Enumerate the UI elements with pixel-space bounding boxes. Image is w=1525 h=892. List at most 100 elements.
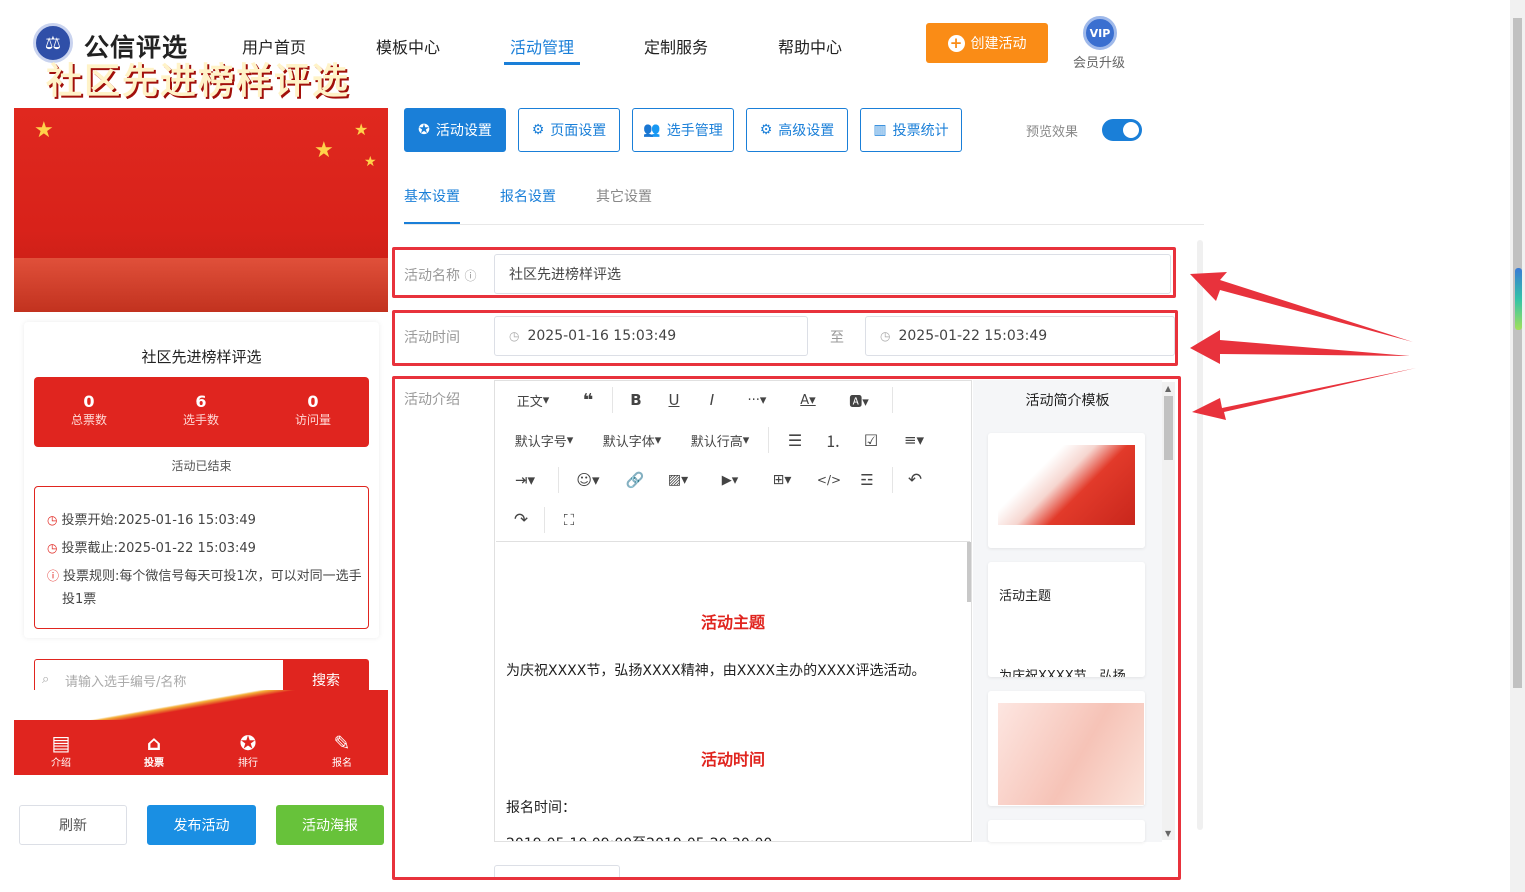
subtab-basic[interactable]: 基本设置 bbox=[404, 186, 460, 206]
quote-icon[interactable]: ❝ bbox=[574, 386, 602, 414]
numbered-list-icon[interactable]: ⒈ bbox=[820, 426, 846, 454]
home-icon: ⌂ bbox=[146, 731, 162, 755]
activity-time-label: 活动时间 bbox=[404, 330, 460, 346]
arrow-to-intro bbox=[1192, 368, 1416, 420]
more-format-icon[interactable]: ···▾ bbox=[740, 386, 774, 414]
background-color-icon[interactable]: 🅰▾ bbox=[842, 386, 876, 414]
editor-content[interactable]: 活动主题 为庆祝XXXX节，弘扬XXXX精神，由XXXX主办的XXXX评选活动。… bbox=[496, 541, 970, 841]
template-card-3[interactable] bbox=[988, 691, 1145, 806]
scroll-down-icon[interactable]: ▼ bbox=[1165, 829, 1171, 838]
preview-toggle-label: 预览效果 bbox=[1026, 125, 1079, 140]
subtab-registration[interactable]: 报名设置 bbox=[500, 186, 556, 206]
content-reg-time: 2019-05-10 09:00至2019-05-20 20:00 bbox=[506, 833, 772, 841]
vip-upgrade-link[interactable]: 会员升级 bbox=[1073, 52, 1125, 71]
nav-custom-service[interactable]: 定制服务 bbox=[644, 34, 708, 58]
toolbar-separator bbox=[544, 507, 545, 533]
image-icon[interactable]: ▨▾ bbox=[662, 466, 694, 494]
divider-icon[interactable]: ☲ bbox=[854, 466, 880, 494]
italic-icon[interactable]: I bbox=[700, 386, 724, 414]
link-icon[interactable]: 🔗 bbox=[622, 466, 648, 494]
publish-button[interactable]: 发布活动 bbox=[147, 805, 256, 845]
create-activity-button[interactable]: + 创建活动 bbox=[926, 23, 1048, 63]
content-heading-theme: 活动主题 bbox=[700, 613, 765, 632]
plus-icon: + bbox=[947, 34, 965, 52]
page-scrollbar[interactable] bbox=[1510, 0, 1525, 892]
vip-icon[interactable]: VIP bbox=[1083, 16, 1117, 50]
paragraph-format-dropdown[interactable]: 正文 ▾ bbox=[508, 386, 558, 414]
tab-ranking[interactable]: ✪ 排行 bbox=[218, 732, 278, 769]
bar-chart-icon: ▥ bbox=[873, 122, 887, 138]
nav-help[interactable]: 帮助中心 bbox=[778, 34, 842, 58]
toolbar-separator bbox=[558, 467, 559, 493]
toolbar-separator bbox=[892, 387, 893, 413]
info-icon: ⓘ bbox=[47, 569, 60, 583]
font-family-dropdown[interactable]: 默认字体 ▾ bbox=[596, 426, 668, 454]
underline-icon[interactable]: U bbox=[662, 386, 686, 414]
redo-icon[interactable]: ↷ bbox=[508, 506, 534, 534]
subtab-divider bbox=[404, 224, 1204, 225]
tab-vote[interactable]: ⌂ 投票 bbox=[124, 732, 184, 769]
bold-icon[interactable]: B bbox=[624, 386, 648, 414]
tab-vote-statistics[interactable]: ▥ 投票统计 bbox=[860, 108, 962, 152]
activity-intro-label: 活动介绍 bbox=[404, 392, 460, 408]
star-icon: ★ bbox=[34, 118, 54, 143]
video-icon[interactable]: ▶▾ bbox=[714, 466, 746, 494]
template-card-4[interactable] bbox=[988, 820, 1145, 842]
tab-contestant-management[interactable]: 👥 选手管理 bbox=[632, 108, 734, 152]
code-icon[interactable]: </> bbox=[816, 466, 842, 494]
hidden-field-edge bbox=[494, 865, 620, 877]
nav-activity-management[interactable]: 活动管理 bbox=[510, 34, 574, 58]
star-circle-icon: ✪ bbox=[418, 122, 430, 138]
edit-icon: ✎ bbox=[333, 731, 351, 755]
subtab-other[interactable]: 其它设置 bbox=[596, 186, 652, 206]
activity-banner: ★ ★ ★ ★ bbox=[14, 108, 388, 312]
table-icon[interactable]: ⊞▾ bbox=[766, 466, 798, 494]
toolbar-separator bbox=[768, 427, 769, 453]
clock-icon: ◷ bbox=[880, 329, 891, 343]
emoji-icon[interactable]: ☺▾ bbox=[572, 466, 604, 494]
start-time-input[interactable]: ◷ 2025-01-16 15:03:49 bbox=[494, 316, 808, 356]
star-icon: ★ bbox=[314, 138, 334, 163]
template-card-1[interactable] bbox=[988, 433, 1145, 548]
scroll-up-icon[interactable]: ▲ bbox=[1165, 384, 1171, 393]
arrow-to-time bbox=[1190, 330, 1410, 364]
font-size-dropdown[interactable]: 默认字号 ▾ bbox=[508, 426, 580, 454]
content-scrollbar[interactable] bbox=[967, 542, 971, 602]
tab-advanced-settings[interactable]: ⚙ 高级设置 bbox=[746, 108, 848, 152]
font-color-icon[interactable]: A▾ bbox=[792, 386, 824, 414]
rule-vote: ⓘ 投票规则:每个微信号每天可投1次，可以对同一选手投1票 bbox=[47, 569, 362, 607]
bullet-list-icon[interactable]: ☰ bbox=[782, 426, 808, 454]
tab-activity-settings[interactable]: ✪ 活动设置 bbox=[404, 108, 506, 152]
users-icon: 👥 bbox=[643, 122, 661, 138]
template-card-body: 为庆祝XXXX节，弘扬 bbox=[999, 669, 1126, 677]
banner-illustration bbox=[14, 258, 388, 312]
end-time-input[interactable]: ◷ 2025-01-22 15:03:49 bbox=[865, 316, 1175, 356]
clock-icon: ◷ bbox=[509, 329, 520, 343]
clock-icon: ◷ bbox=[47, 541, 58, 555]
template-thumbnail bbox=[998, 445, 1135, 525]
template-card-2[interactable]: 活动主题 为庆祝XXXX节，弘扬 bbox=[988, 562, 1145, 677]
tab-register[interactable]: ✎ 报名 bbox=[312, 732, 372, 769]
indent-icon[interactable]: ⇥▾ bbox=[508, 466, 542, 494]
content-paragraph: 为庆祝XXXX节，弘扬XXXX精神，由XXXX主办的XXXX评选活动。 bbox=[506, 663, 926, 679]
template-thumbnail bbox=[998, 703, 1144, 805]
search-icon: ⌕ bbox=[42, 672, 50, 687]
refresh-button[interactable]: 刷新 bbox=[19, 805, 127, 845]
gear-icon: ⚙ bbox=[531, 122, 545, 138]
content-heading-time: 活动时间 bbox=[700, 750, 765, 769]
tab-page-settings[interactable]: ⚙ 页面设置 bbox=[518, 108, 620, 152]
undo-icon[interactable]: ↶ bbox=[902, 466, 928, 494]
activity-name-input[interactable]: 社区先进榜样评选 bbox=[494, 254, 1171, 294]
book-icon: ▤ bbox=[51, 731, 71, 755]
checklist-icon[interactable]: ☑ bbox=[858, 426, 884, 454]
line-height-dropdown[interactable]: 默认行高 ▾ bbox=[684, 426, 756, 454]
preview-toggle[interactable] bbox=[1102, 119, 1142, 141]
align-icon[interactable]: ≡▾ bbox=[898, 426, 930, 454]
template-scrollbar[interactable] bbox=[1162, 382, 1175, 840]
fullscreen-icon[interactable]: ⛶ bbox=[556, 506, 582, 534]
tab-intro[interactable]: ▤ 介绍 bbox=[31, 732, 91, 769]
subtab-active-indicator bbox=[404, 222, 460, 224]
poster-button[interactable]: 活动海报 bbox=[276, 805, 384, 845]
nav-templates[interactable]: 模板中心 bbox=[376, 34, 440, 58]
preview-title: 社区先进榜样评选 bbox=[141, 348, 262, 366]
